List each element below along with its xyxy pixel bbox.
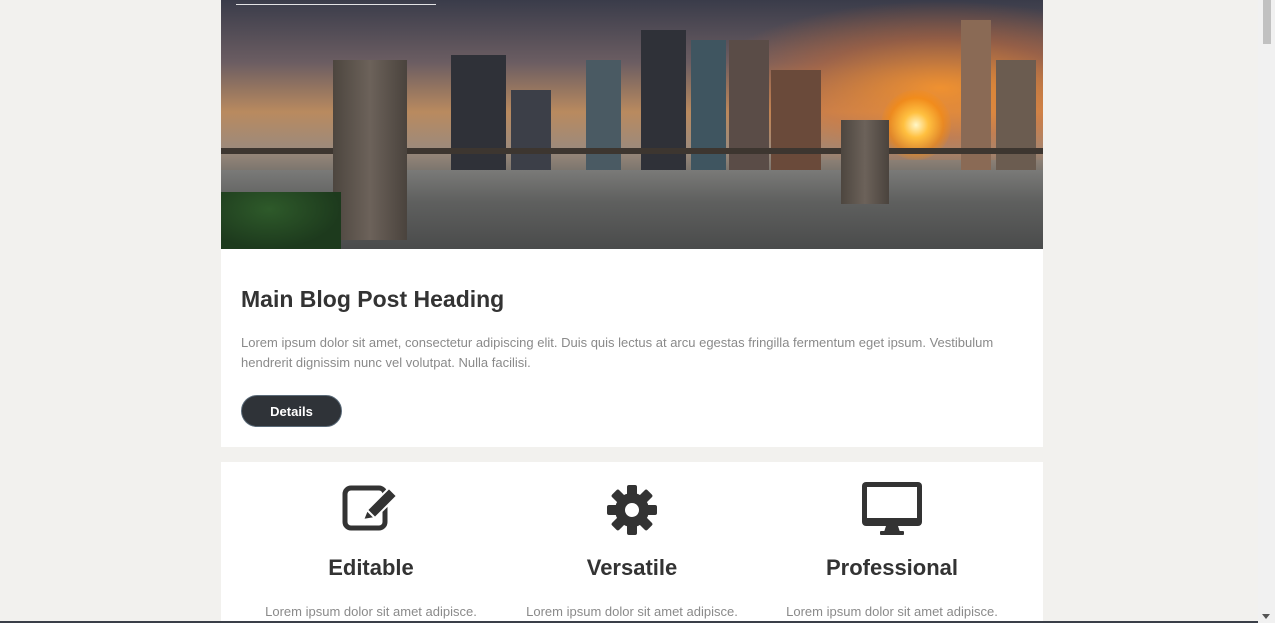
scrollbar-thumb[interactable]: [1263, 0, 1271, 44]
hero-image-city-skyline: [221, 0, 1043, 249]
details-button[interactable]: Details: [241, 395, 342, 427]
feature-title: Editable: [328, 555, 414, 580]
bridge-tower: [333, 60, 407, 240]
header-underline: [236, 4, 436, 5]
vertical-scrollbar[interactable]: [1258, 0, 1275, 623]
post-heading[interactable]: Main Blog Post Heading: [241, 286, 504, 313]
feature-text: Lorem ipsum dolor sit amet adipisce.: [526, 604, 738, 619]
scroll-down-arrow-icon[interactable]: [1262, 614, 1270, 619]
gear-icon: [602, 482, 662, 538]
feature-title: Professional: [825, 555, 959, 580]
building: [771, 70, 821, 170]
feature-text: Lorem ipsum dolor sit amet adipisce.: [265, 604, 477, 619]
edit-icon: [341, 482, 401, 538]
features-section: Editable Lorem ipsum dolor sit amet adip…: [221, 462, 1043, 623]
post-excerpt: Lorem ipsum dolor sit amet, consectetur …: [241, 335, 994, 370]
main-container: Main Blog Post Heading Lorem ipsum dolor…: [221, 0, 1043, 623]
building: [511, 90, 551, 170]
trees: [221, 192, 341, 249]
feature-text: Lorem ipsum dolor sit amet adipisce.: [786, 604, 998, 619]
bridge-tower: [841, 120, 889, 204]
feature-title: Versatile: [586, 555, 678, 580]
blog-post-card: Main Blog Post Heading Lorem ipsum dolor…: [221, 249, 1043, 447]
monitor-icon: [862, 482, 922, 538]
